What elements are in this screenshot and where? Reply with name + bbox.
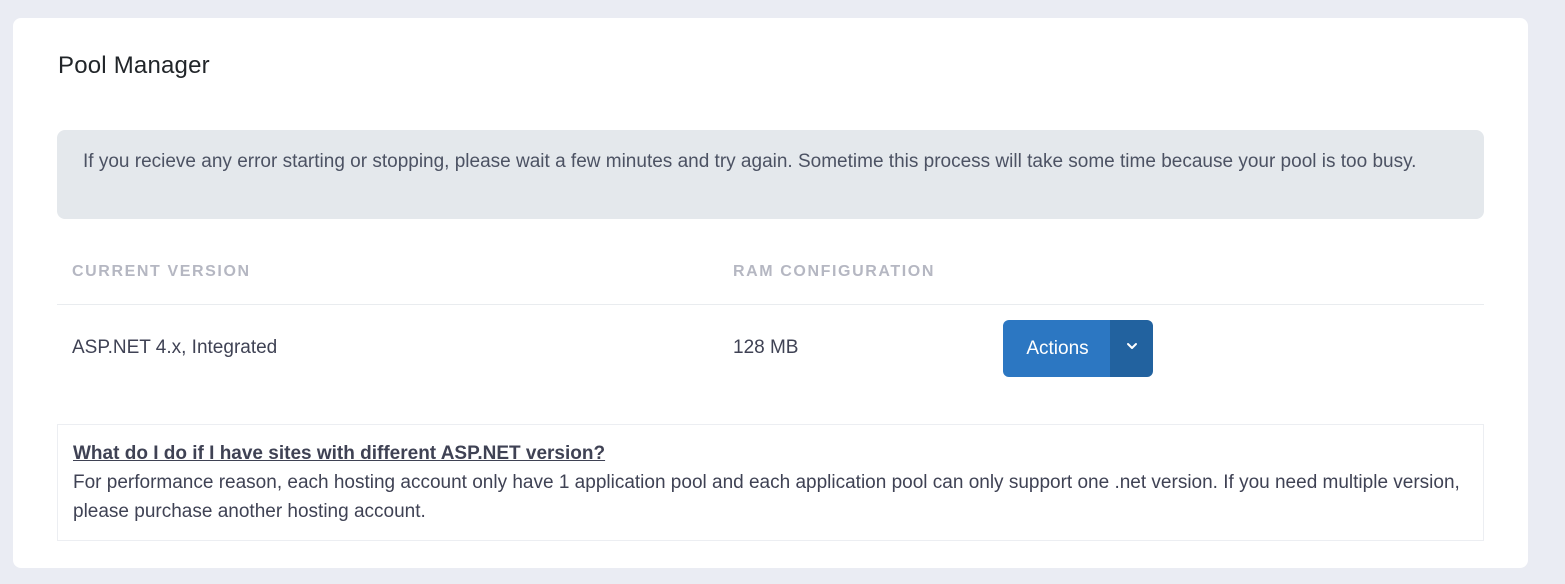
header-current-version: CURRENT VERSION bbox=[72, 263, 251, 280]
faq-answer: For performance reason, each hosting acc… bbox=[73, 472, 1460, 522]
current-version-value: ASP.NET 4.x, Integrated bbox=[72, 337, 278, 358]
pool-manager-card: Pool Manager If you recieve any error st… bbox=[13, 18, 1528, 568]
alert-text: If you recieve any error starting or sto… bbox=[83, 151, 1417, 172]
actions-button-group: Actions bbox=[1003, 320, 1153, 377]
actions-button[interactable]: Actions bbox=[1003, 320, 1110, 377]
chevron-down-icon bbox=[1125, 339, 1139, 358]
table-header-row: CURRENT VERSION RAM CONFIGURATION bbox=[57, 246, 1484, 305]
pool-table: CURRENT VERSION RAM CONFIGURATION ASP.NE… bbox=[57, 246, 1484, 391]
ram-configuration-value: 128 MB bbox=[733, 337, 799, 358]
table-row: ASP.NET 4.x, Integrated 128 MB Actions bbox=[57, 305, 1484, 391]
faq-question-link[interactable]: What do I do if I have sites with differ… bbox=[73, 439, 605, 468]
info-alert: If you recieve any error starting or sto… bbox=[57, 130, 1484, 219]
header-ram-configuration: RAM CONFIGURATION bbox=[733, 263, 935, 280]
faq-box: What do I do if I have sites with differ… bbox=[57, 424, 1484, 541]
actions-dropdown-toggle[interactable] bbox=[1110, 320, 1153, 377]
page-title: Pool Manager bbox=[58, 52, 210, 79]
